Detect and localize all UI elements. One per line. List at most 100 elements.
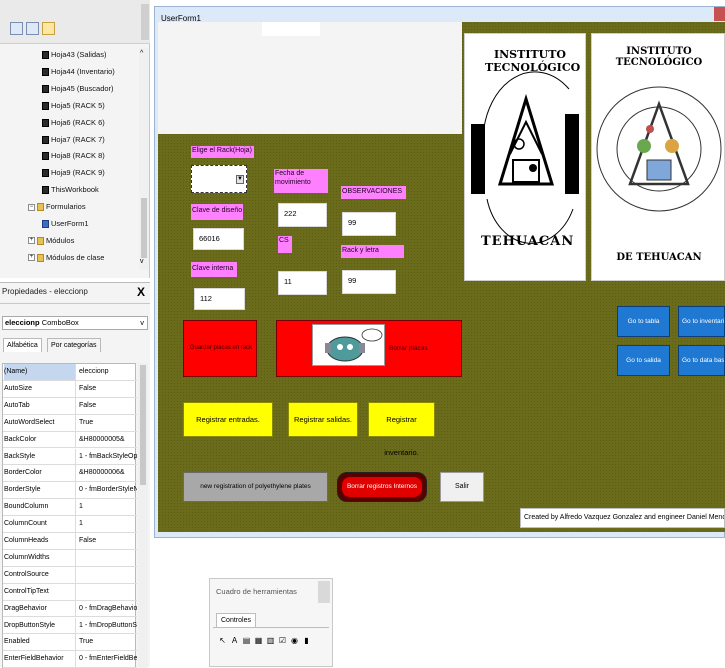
toolbox-tool-icon[interactable]: ▦ bbox=[254, 636, 263, 645]
borrar-registros-button[interactable]: Borrar registros Internos bbox=[337, 472, 427, 502]
property-row[interactable]: (Name) eleccionp bbox=[3, 364, 137, 381]
tree-item[interactable]: Hoja8 (RACK 8) bbox=[42, 149, 105, 162]
tree-item[interactable]: UserForm1 bbox=[42, 217, 89, 230]
toolbox-tool-icon[interactable]: ☑ bbox=[278, 636, 287, 645]
property-value[interactable]: True bbox=[79, 415, 137, 431]
tree-item[interactable]: Hoja6 (RACK 6) bbox=[42, 116, 105, 129]
property-value[interactable]: &H80000005& bbox=[79, 432, 137, 448]
registrar-inventario-button[interactable]: Registrar inventario. bbox=[368, 402, 435, 457]
toolbox-tool-icon[interactable]: ◉ bbox=[290, 636, 299, 645]
property-row[interactable]: BackStyle1 - fmBackStyleOpaque bbox=[3, 448, 137, 466]
tree-item[interactable]: − Formularios bbox=[28, 200, 86, 213]
property-row[interactable]: AutoWordSelect True bbox=[3, 414, 137, 432]
collapse-icon[interactable]: − bbox=[28, 203, 35, 211]
property-row[interactable]: BorderStyle0 - fmBorderStyleNone bbox=[3, 482, 137, 500]
property-value[interactable] bbox=[79, 584, 137, 600]
property-value[interactable]: 1 bbox=[79, 499, 137, 515]
property-value[interactable]: 1 - fmBackStyleOpaque bbox=[79, 449, 137, 465]
property-value[interactable]: 0 - fmEnterFieldBehaviorSelectAll bbox=[79, 651, 137, 667]
field-rack-letra[interactable]: 99 bbox=[342, 270, 396, 294]
toolbox-tool-icon[interactable]: ↖ bbox=[218, 636, 227, 645]
view-object-button[interactable] bbox=[26, 22, 39, 35]
close-icon[interactable]: X bbox=[137, 285, 145, 299]
tree-item[interactable]: Hoja43 (Salidas) bbox=[42, 48, 106, 61]
toggle-folders-button[interactable] bbox=[42, 22, 55, 35]
borrar-button[interactable]: Borrar placas bbox=[276, 320, 462, 377]
go-salida-button[interactable]: Go to salida bbox=[617, 345, 670, 376]
property-row[interactable]: ColumnWidths bbox=[3, 549, 137, 567]
toolbox-title: Cuadro de herramientas bbox=[216, 587, 297, 596]
go-inventario-button[interactable]: Go to inventario bbox=[678, 306, 725, 337]
close-icon[interactable] bbox=[714, 7, 725, 21]
go-database-button[interactable]: Go to data base bbox=[678, 345, 725, 376]
chevron-down-icon[interactable]: v bbox=[140, 317, 144, 329]
property-value[interactable]: False bbox=[79, 398, 137, 414]
scroll-thumb[interactable] bbox=[140, 365, 146, 485]
property-row[interactable]: BackColor &H80000005& bbox=[3, 431, 137, 449]
tree-item[interactable]: Hoja45 (Buscador) bbox=[42, 82, 114, 95]
tab-controles[interactable]: Controles bbox=[216, 613, 256, 627]
toolbox-tool-icon[interactable]: A bbox=[230, 636, 239, 645]
properties-scrollbar[interactable] bbox=[138, 363, 148, 668]
tree-item[interactable]: Hoja9 (RACK 9) bbox=[42, 166, 105, 179]
rack-combobox[interactable]: ▼ bbox=[191, 165, 247, 193]
chevron-down-icon[interactable]: ▼ bbox=[236, 175, 244, 184]
expand-icon[interactable]: + bbox=[28, 237, 35, 245]
property-row[interactable]: Enabled True bbox=[3, 634, 137, 652]
property-value[interactable]: eleccionp bbox=[79, 364, 137, 380]
scroll-thumb[interactable] bbox=[141, 198, 147, 258]
tree-item[interactable]: Hoja7 (RACK 7) bbox=[42, 133, 105, 146]
tree-item[interactable]: + Módulos bbox=[28, 234, 74, 247]
property-row[interactable]: AutoTab False bbox=[3, 397, 137, 415]
object-selector[interactable]: eleccionp ComboBox v bbox=[2, 316, 148, 330]
property-value[interactable]: 0 - fmDragBehaviorDisabled bbox=[79, 601, 137, 617]
property-value[interactable]: 0 - fmBorderStyleNone bbox=[79, 482, 137, 498]
property-value[interactable] bbox=[79, 567, 137, 583]
go-tabla-button[interactable]: Go to tabla bbox=[617, 306, 670, 337]
tree-item[interactable]: + Módulos de clase bbox=[28, 251, 104, 264]
property-row[interactable]: ControlSource bbox=[3, 566, 137, 584]
tab-alfabetica[interactable]: Alfabética bbox=[3, 338, 42, 352]
property-value[interactable]: True bbox=[79, 634, 137, 650]
property-row[interactable]: DropButtonStyle1 - fmDropButtonStyleArro… bbox=[3, 617, 137, 635]
tree-item[interactable]: ThisWorkbook bbox=[42, 183, 99, 196]
property-row[interactable]: ControlTipText bbox=[3, 583, 137, 601]
tab-por-categorias[interactable]: Por categorías bbox=[47, 338, 101, 352]
guardar-button[interactable]: Guardar placas en rack bbox=[183, 320, 257, 377]
sheet-icon bbox=[42, 152, 49, 161]
scroll-up-icon[interactable]: ^ bbox=[140, 50, 143, 57]
field-clave-interna[interactable]: 112 bbox=[194, 288, 245, 310]
toolbox-tool-icon[interactable]: ▮ bbox=[302, 636, 311, 645]
property-row[interactable]: AutoSize False bbox=[3, 380, 137, 398]
toolbox-tool-icon[interactable]: ▥ bbox=[266, 636, 275, 645]
property-value[interactable]: &H80000006& bbox=[79, 465, 137, 481]
registrar-salidas-button[interactable]: Registrar salidas. bbox=[288, 402, 358, 437]
tree-item[interactable]: Hoja44 (Inventario) bbox=[42, 65, 115, 78]
scroll-down-icon[interactable]: v bbox=[140, 258, 144, 265]
property-row[interactable]: BoundColumn 1 bbox=[3, 499, 137, 517]
view-code-button[interactable] bbox=[10, 22, 23, 35]
property-row[interactable]: ColumnHeads False bbox=[3, 533, 137, 550]
tree-item[interactable]: Hoja5 (RACK 5) bbox=[42, 99, 105, 112]
new-registration-button[interactable]: new registration of polyethylene plates bbox=[183, 472, 328, 502]
toolbar-scroll-handle[interactable] bbox=[141, 4, 149, 40]
project-explorer-scrollbar[interactable]: ^ v bbox=[139, 48, 149, 270]
property-row[interactable]: ColumnCount 1 bbox=[3, 516, 137, 533]
property-row[interactable]: BorderColor &H80000006& bbox=[3, 465, 137, 483]
expand-icon[interactable]: + bbox=[28, 254, 35, 262]
close-icon[interactable] bbox=[318, 581, 330, 603]
property-value[interactable]: 1 bbox=[79, 516, 137, 532]
property-value[interactable]: False bbox=[79, 381, 137, 397]
field-clave-diseno[interactable]: 66016 bbox=[193, 228, 244, 250]
salir-button[interactable]: Salir bbox=[440, 472, 484, 502]
property-row[interactable]: DragBehavior0 - fmDragBehaviorDisabled bbox=[3, 600, 137, 618]
registrar-entradas-button[interactable]: Registrar entradas. bbox=[183, 402, 273, 437]
toolbox-tool-icon[interactable]: ▤ bbox=[242, 636, 251, 645]
property-value[interactable] bbox=[79, 550, 137, 566]
field-observaciones[interactable]: 99 bbox=[342, 212, 396, 236]
field-fecha[interactable]: 222 bbox=[278, 203, 327, 227]
field-cs[interactable]: 11 bbox=[278, 271, 327, 295]
property-value[interactable]: False bbox=[79, 533, 137, 549]
property-row[interactable]: EnterFieldBehavior0 - fmEnterFieldBehavi… bbox=[3, 651, 137, 668]
property-value[interactable]: 1 - fmDropButtonStyleArrow bbox=[79, 618, 137, 634]
